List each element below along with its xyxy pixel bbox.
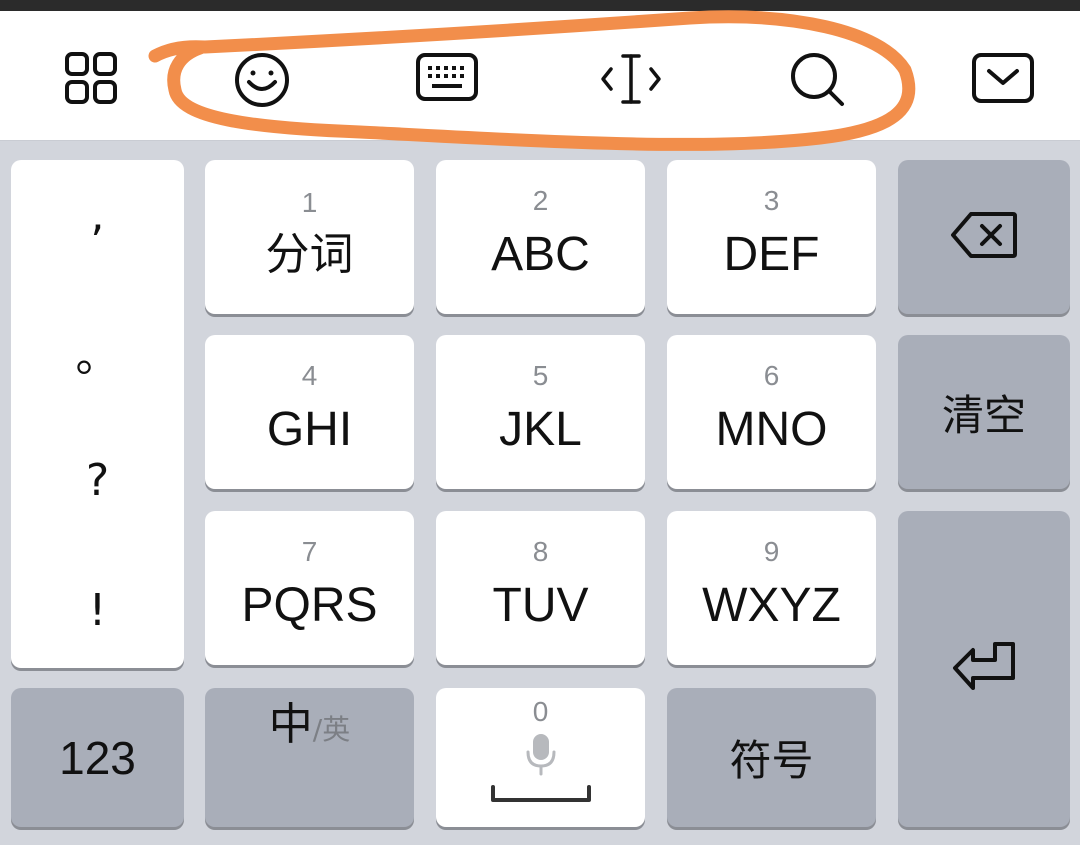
key-number: 2 — [532, 185, 549, 216]
space-icon — [490, 785, 592, 808]
enter-key[interactable] — [898, 511, 1070, 827]
key-4[interactable]: 4 GHI — [205, 335, 414, 489]
key-label: PQRS — [241, 579, 378, 632]
key-2[interactable]: 2 ABC — [436, 160, 645, 314]
key-9[interactable]: 9 WXYZ — [667, 511, 876, 665]
grid-icon[interactable] — [62, 49, 120, 107]
status-bar — [0, 0, 1080, 11]
key-5[interactable]: 5 JKL — [436, 335, 645, 489]
keyboard-toolbar — [0, 11, 1080, 141]
punct-exclaim[interactable]: ! — [11, 585, 184, 636]
key-label: 分词 — [265, 229, 354, 280]
symbols-key[interactable]: 符号 — [667, 688, 876, 827]
key-label: TUV — [492, 579, 589, 632]
punct-comma[interactable]: , — [11, 190, 184, 241]
key-number: 8 — [532, 536, 549, 567]
backspace-icon — [949, 210, 1019, 265]
punctuation-column: , 。 ? ! — [11, 160, 184, 668]
key-1[interactable]: 1 分词 — [205, 160, 414, 314]
search-icon[interactable] — [786, 48, 848, 110]
punct-period[interactable]: 。 — [11, 320, 184, 384]
language-main-label: 中 — [268, 699, 313, 750]
key-number: 6 — [763, 360, 780, 391]
key-number: 0 — [532, 696, 549, 727]
key-number: 5 — [532, 360, 549, 391]
key-label: DEF — [723, 228, 820, 281]
symbols-label: 符号 — [729, 736, 814, 785]
enter-icon — [951, 640, 1017, 699]
key-number: 3 — [763, 185, 780, 216]
key-label: WXYZ — [702, 579, 841, 632]
key-3[interactable]: 3 DEF — [667, 160, 876, 314]
key-number: 7 — [301, 536, 318, 567]
clear-key-label: 清空 — [941, 390, 1026, 440]
emoji-icon[interactable] — [230, 48, 294, 112]
key-8[interactable]: 8 TUV — [436, 511, 645, 665]
language-alt-label: /英 — [312, 713, 351, 746]
cursor-move-icon[interactable] — [598, 51, 664, 107]
key-label: JKL — [499, 403, 582, 456]
hide-keyboard-icon[interactable] — [970, 51, 1036, 105]
microphone-icon — [524, 732, 558, 781]
key-number: 9 — [763, 536, 780, 567]
clear-key[interactable]: 清空 — [898, 335, 1070, 489]
number-mode-key[interactable]: 123 — [11, 688, 184, 827]
key-6[interactable]: 6 MNO — [667, 335, 876, 489]
language-toggle-key[interactable]: 中 /英 — [205, 688, 414, 827]
backspace-key[interactable] — [898, 160, 1070, 314]
keyboard-icon[interactable] — [413, 51, 481, 103]
key-7[interactable]: 7 PQRS — [205, 511, 414, 665]
key-number: 1 — [301, 187, 318, 218]
key-number: 4 — [301, 360, 318, 391]
key-label: GHI — [266, 403, 353, 456]
number-mode-label: 123 — [59, 731, 136, 784]
key-label: MNO — [715, 403, 828, 456]
key-0-space[interactable]: 0 — [436, 688, 645, 827]
punct-question[interactable]: ? — [11, 455, 184, 506]
key-label: ABC — [491, 228, 590, 281]
